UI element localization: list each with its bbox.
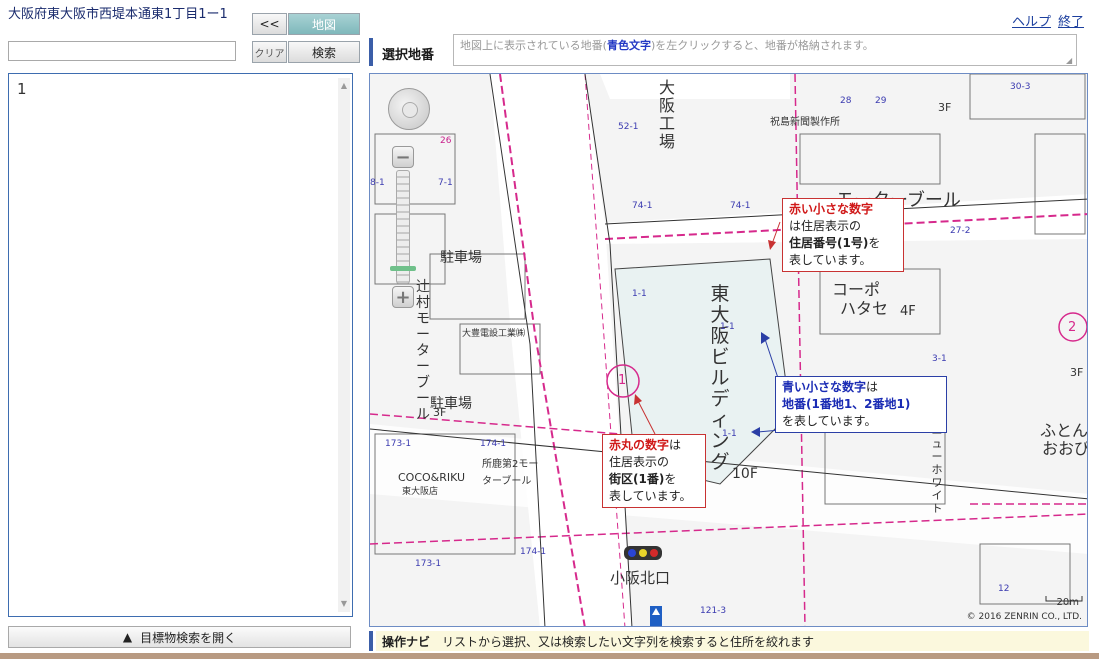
map-copyright: © 2016 ZENRIN CO., LTD. xyxy=(966,612,1082,622)
block-number-circle-1: 1 xyxy=(618,373,627,388)
lot-number[interactable]: 27-2 xyxy=(950,226,970,236)
hint-text-before: 地図上に表示されている地番( xyxy=(460,39,607,52)
taskbar-strip xyxy=(0,653,1099,659)
clear-button[interactable]: クリア xyxy=(252,41,287,63)
map-view[interactable]: 大阪工場 モーターブール 東大阪ビルディング コーポ ハタセ 4F 10F 3F… xyxy=(369,73,1088,627)
callout-red-small-numbers: 赤い小さな数字 は住居表示の 住居番号(1号)を 表しています。 xyxy=(782,198,904,272)
map-label-motor-pool-2: 所鹿第2モーターブール xyxy=(482,459,539,487)
landmark-search-label: 目標物検索を開く xyxy=(140,630,237,645)
map-label-factory: 大阪工場 xyxy=(658,78,675,151)
lot-number[interactable]: 1-1 xyxy=(632,289,647,299)
nav-text: リストから選択、又は検索したい文字列を検索すると住所を絞れます xyxy=(442,634,815,649)
map-label-fudon: ふとん xyxy=(1040,421,1088,440)
help-link[interactable]: ヘルプ xyxy=(1012,11,1051,30)
list-item[interactable]: 1 xyxy=(17,80,27,98)
map-label-hatase: ハタセ xyxy=(840,299,889,318)
lot-number[interactable]: 173-1 xyxy=(385,439,411,449)
lot-number[interactable]: 174-1 xyxy=(520,547,546,557)
map-label-building: 東大阪ビルディング xyxy=(710,283,730,473)
end-link[interactable]: 終了 xyxy=(1058,11,1084,30)
map-button[interactable]: 地図 xyxy=(288,13,360,35)
address-title: 大阪府東大阪市西堤本通東1丁目1ー1 xyxy=(8,7,228,22)
map-label-oobi: おおび xyxy=(1042,439,1088,458)
zoom-slider-thumb[interactable] xyxy=(390,266,416,271)
map-label-daichu: 大豊電設工業㈱ xyxy=(462,329,526,339)
back-button[interactable]: << xyxy=(252,13,287,35)
triangle-up-icon: ▲ xyxy=(122,630,133,644)
list-scrollbar[interactable]: ▲ ▼ xyxy=(338,78,350,612)
address-search-input[interactable] xyxy=(8,41,236,61)
hint-text-highlight: 青色文字 xyxy=(606,39,651,52)
lot-number[interactable]: 12 xyxy=(998,584,1009,594)
zoom-out-button[interactable]: − xyxy=(392,146,414,168)
map-label-motor-pool-left: 辻村モーターブール xyxy=(416,279,430,423)
lot-number[interactable]: 121-3 xyxy=(700,606,726,616)
nav-title: 操作ナビ xyxy=(382,634,431,649)
map-label-korpo: コーポ xyxy=(832,280,881,299)
lot-number[interactable]: 3-1 xyxy=(932,354,947,364)
map-label-parking: 駐車場 xyxy=(440,250,482,266)
callout-blue-small-numbers: 青い小さな数字は 地番(1番地1、2番地1) を表しています。 xyxy=(775,376,947,433)
map-label-newhwite: ニューホワイト xyxy=(931,424,943,515)
lot-number[interactable]: 174-1 xyxy=(480,439,506,449)
resize-grip-icon[interactable]: ◢ xyxy=(1066,56,1074,65)
operation-nav: 操作ナビ リストから選択、又は検索したい文字列を検索すると住所を絞れます xyxy=(376,631,1089,651)
nav-marker xyxy=(369,631,373,651)
lot-number[interactable]: 1-1 xyxy=(722,429,737,439)
hint-text-after: )を左クリックすると、地番が格納されます。 xyxy=(650,39,874,52)
map-label-shuppan: 祝島新聞製作所 xyxy=(770,117,840,128)
lot-number[interactable]: 8-1 xyxy=(370,178,385,188)
section-marker xyxy=(369,38,373,66)
lot-number[interactable]: 29 xyxy=(875,96,886,106)
map-label-parking-2: 駐車場 xyxy=(430,396,472,412)
selected-lot-field[interactable]: 地図上に表示されている地番(青色文字)を左クリックすると、地番が格納されます。 … xyxy=(453,34,1077,66)
map-label-kosaka: 小阪北口 xyxy=(610,569,671,587)
house-number: 26 xyxy=(440,136,452,146)
search-button[interactable]: 検索 xyxy=(288,41,360,63)
lot-number[interactable]: 173-1 xyxy=(415,559,441,569)
result-list[interactable]: 1 ▲ ▼ xyxy=(8,73,353,617)
scroll-up-icon[interactable]: ▲ xyxy=(338,80,350,92)
scroll-down-icon[interactable]: ▼ xyxy=(338,598,350,610)
lot-number[interactable]: 74-1 xyxy=(730,201,750,211)
map-label-3f-c: 3F xyxy=(1070,366,1084,379)
map-label-coco-sub: 東大阪店 xyxy=(402,487,439,497)
pan-control[interactable] xyxy=(388,88,430,130)
zoom-in-button[interactable]: + xyxy=(392,286,414,308)
lot-number[interactable]: 1-1 xyxy=(720,322,735,332)
landmark-search-toggle-button[interactable]: ▲ 目標物検索を開く xyxy=(8,626,351,648)
lot-number[interactable]: 28 xyxy=(840,96,851,106)
scale-label: 20m xyxy=(1056,597,1079,608)
block-number-circle-2: 2 xyxy=(1068,320,1077,335)
selected-lot-label: 選択地番 xyxy=(382,48,435,63)
lot-number[interactable]: 30-3 xyxy=(1010,82,1030,92)
app-window: 大阪府東大阪市西堤本通東1丁目1ー1 << 地図 クリア 検索 1 ▲ ▼ ▲ … xyxy=(0,0,1099,659)
lot-number[interactable]: 74-1 xyxy=(632,201,652,211)
map-label-3f-a: 3F xyxy=(938,101,952,114)
map-label-10f: 10F xyxy=(732,466,758,482)
map-label-4f: 4F xyxy=(900,304,916,319)
lot-number[interactable]: 7-1 xyxy=(438,178,453,188)
callout-red-circle-numbers: 赤丸の数字は 住居表示の 街区(1番)を 表しています。 xyxy=(602,434,706,508)
lot-number[interactable]: 52-1 xyxy=(618,122,638,132)
